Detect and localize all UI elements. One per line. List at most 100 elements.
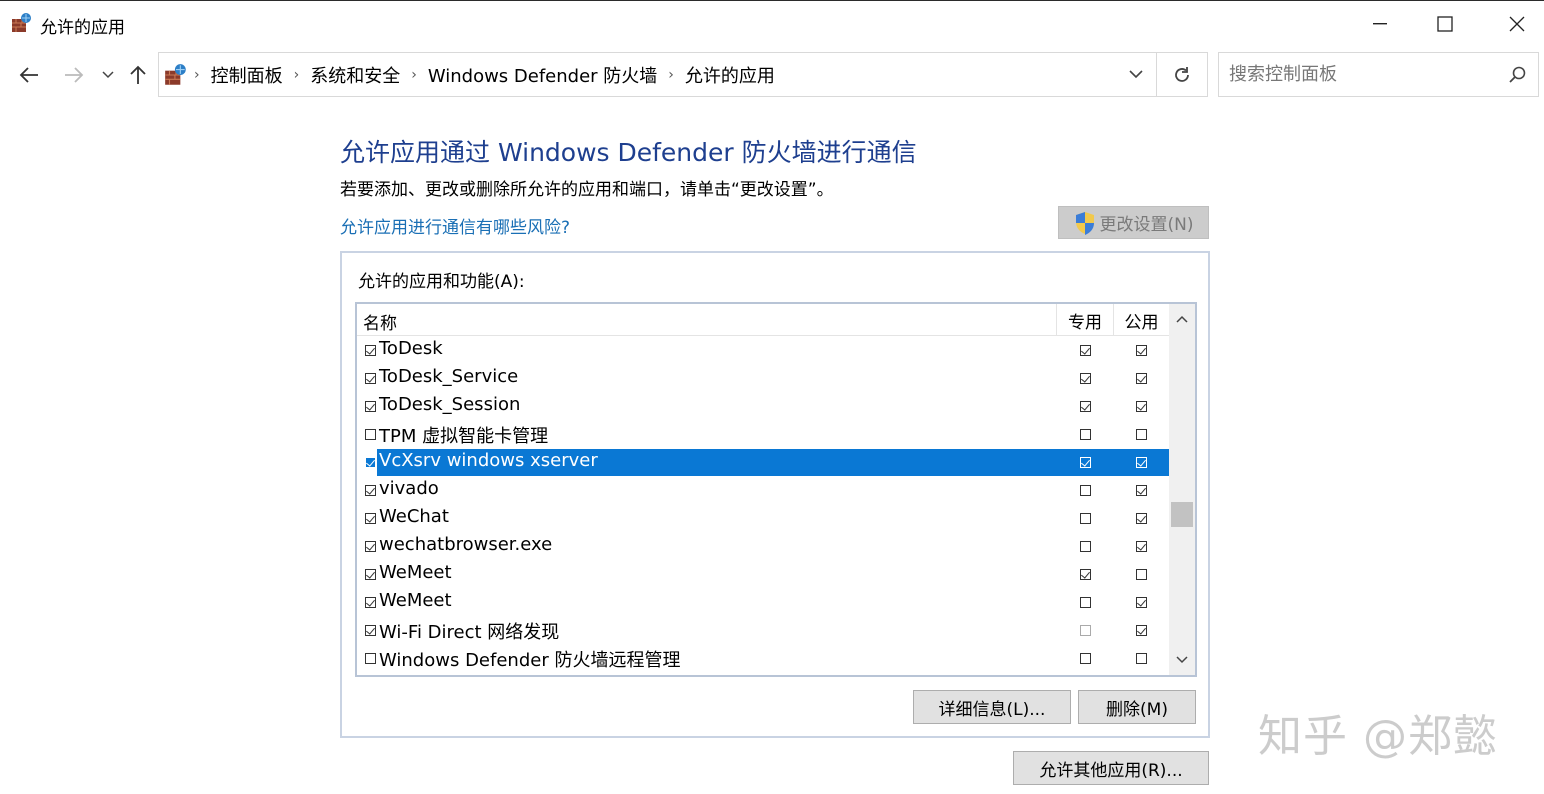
- chevron-down-icon: [102, 71, 114, 79]
- app-row[interactable]: Windows Defender 防火墙远程管理: [357, 644, 1169, 672]
- public-network-checkbox[interactable]: [1136, 625, 1147, 636]
- search-input[interactable]: [1219, 53, 1499, 96]
- arrow-up-icon: [130, 65, 146, 84]
- public-network-checkbox[interactable]: [1136, 513, 1147, 524]
- app-enabled-checkbox[interactable]: [365, 457, 376, 468]
- app-name: vivado: [379, 478, 439, 499]
- forward-button[interactable]: [59, 60, 89, 90]
- app-row[interactable]: ToDesk: [357, 336, 1169, 364]
- chevron-up-icon: [1176, 315, 1188, 323]
- column-header-public[interactable]: 公用: [1113, 304, 1169, 336]
- breadcrumb-allowed-apps[interactable]: 允许的应用: [675, 62, 785, 88]
- page-title: 允许应用通过 Windows Defender 防火墙进行通信: [340, 138, 917, 167]
- back-button[interactable]: [14, 60, 44, 90]
- vertical-scrollbar[interactable]: [1169, 304, 1195, 675]
- app-enabled-checkbox[interactable]: [365, 485, 376, 496]
- allowed-apps-list[interactable]: 名称 专用 公用 ToDesk ToDesk_Service ToDesk_Sess…: [355, 302, 1197, 677]
- app-name: Windows Defender 防火墙远程管理: [379, 650, 681, 671]
- change-settings-label: 更改设置(N): [1099, 215, 1194, 235]
- app-enabled-checkbox[interactable]: [365, 345, 376, 356]
- private-network-checkbox[interactable]: [1080, 569, 1091, 580]
- private-network-checkbox[interactable]: [1080, 513, 1091, 524]
- scroll-down-button[interactable]: [1169, 645, 1195, 675]
- risk-info-link[interactable]: 允许应用进行通信有哪些风险?: [340, 213, 570, 238]
- app-enabled-checkbox[interactable]: [365, 597, 376, 608]
- private-network-checkbox[interactable]: [1080, 597, 1091, 608]
- public-network-checkbox[interactable]: [1136, 401, 1147, 412]
- app-row[interactable]: WeChat: [357, 504, 1169, 532]
- app-row[interactable]: ToDesk_Session: [357, 392, 1169, 420]
- app-name: ToDesk: [379, 338, 443, 359]
- app-row[interactable]: ToDesk_Service: [357, 364, 1169, 392]
- private-network-checkbox[interactable]: [1080, 541, 1091, 552]
- public-network-checkbox[interactable]: [1136, 345, 1147, 356]
- app-rows: ToDesk ToDesk_Service ToDesk_Session TPM 虚拟…: [357, 336, 1169, 672]
- firewall-icon: [163, 62, 189, 88]
- public-network-checkbox[interactable]: [1136, 653, 1147, 664]
- app-row[interactable]: vivado: [357, 476, 1169, 504]
- arrow-right-icon: [65, 67, 84, 83]
- app-row[interactable]: TPM 虚拟智能卡管理: [357, 420, 1169, 448]
- firewall-icon: [10, 11, 34, 35]
- private-network-checkbox[interactable]: [1080, 345, 1091, 356]
- private-network-checkbox[interactable]: [1080, 457, 1091, 468]
- private-network-checkbox[interactable]: [1080, 373, 1091, 384]
- watermark: 知乎 @郑懿: [1258, 711, 1498, 762]
- scrollbar-thumb[interactable]: [1171, 502, 1193, 527]
- app-enabled-checkbox[interactable]: [365, 625, 376, 636]
- breadcrumb-system-security[interactable]: 系统和安全: [300, 62, 410, 88]
- uac-shield-icon: [1075, 211, 1094, 235]
- app-row[interactable]: WeMeet: [357, 588, 1169, 616]
- remove-button[interactable]: 删除(M): [1078, 690, 1196, 724]
- app-enabled-checkbox[interactable]: [365, 429, 376, 440]
- scroll-up-button[interactable]: [1169, 304, 1195, 334]
- public-network-checkbox[interactable]: [1136, 569, 1147, 580]
- app-enabled-checkbox[interactable]: [365, 373, 376, 384]
- breadcrumb-separator: ›: [411, 66, 417, 83]
- app-name: WeMeet: [379, 562, 452, 583]
- close-button[interactable]: [1482, 1, 1544, 47]
- details-button[interactable]: 详细信息(L)...: [913, 690, 1071, 724]
- change-settings-button[interactable]: 更改设置(N): [1058, 206, 1209, 239]
- app-name: ToDesk_Service: [379, 366, 519, 387]
- private-network-checkbox[interactable]: [1080, 429, 1091, 440]
- app-enabled-checkbox[interactable]: [365, 653, 376, 664]
- maximize-button[interactable]: [1410, 1, 1480, 47]
- search-icon[interactable]: [1508, 65, 1528, 90]
- column-header-name[interactable]: 名称: [363, 309, 397, 334]
- public-network-checkbox[interactable]: [1136, 597, 1147, 608]
- breadcrumb-firewall[interactable]: Windows Defender 防火墙: [418, 62, 667, 88]
- app-row[interactable]: wechatbrowser.exe: [357, 532, 1169, 560]
- public-network-checkbox[interactable]: [1136, 541, 1147, 552]
- app-enabled-checkbox[interactable]: [365, 401, 376, 412]
- allow-another-app-button[interactable]: 允许其他应用(R)...: [1013, 751, 1209, 785]
- private-network-checkbox[interactable]: [1080, 653, 1091, 664]
- app-row[interactable]: Wi-Fi Direct 网络发现: [357, 616, 1169, 644]
- allowed-apps-group: 允许的应用和功能(A): 名称 专用 公用 ToDesk ToDesk_Servi…: [340, 251, 1210, 738]
- public-network-checkbox[interactable]: [1136, 457, 1147, 468]
- breadcrumb-separator: ›: [293, 66, 300, 83]
- private-network-checkbox[interactable]: [1080, 401, 1091, 412]
- up-button[interactable]: [125, 60, 151, 90]
- private-network-checkbox[interactable]: [1080, 485, 1091, 496]
- refresh-button[interactable]: [1156, 52, 1208, 97]
- app-name: TPM 虚拟智能卡管理: [379, 426, 549, 447]
- public-network-checkbox[interactable]: [1136, 373, 1147, 384]
- window-title: 允许的应用: [40, 18, 125, 38]
- recent-locations-button[interactable]: [99, 60, 117, 90]
- public-network-checkbox[interactable]: [1136, 485, 1147, 496]
- app-name: wechatbrowser.exe: [379, 534, 553, 555]
- app-enabled-checkbox[interactable]: [365, 541, 376, 552]
- minimize-button[interactable]: [1345, 1, 1415, 47]
- public-network-checkbox[interactable]: [1136, 429, 1147, 440]
- address-bar[interactable]: › 控制面板 › 系统和安全 › Windows Defender 防火墙 › …: [158, 52, 1156, 97]
- address-dropdown-button[interactable]: [1126, 64, 1146, 84]
- search-box[interactable]: [1218, 52, 1539, 97]
- app-enabled-checkbox[interactable]: [365, 513, 376, 524]
- breadcrumb-control-panel[interactable]: 控制面板: [201, 62, 293, 88]
- private-network-checkbox[interactable]: [1080, 625, 1091, 636]
- app-enabled-checkbox[interactable]: [365, 569, 376, 580]
- app-row[interactable]: VcXsrv windows xserver: [357, 448, 1169, 476]
- column-header-private[interactable]: 专用: [1056, 304, 1113, 336]
- app-row[interactable]: WeMeet: [357, 560, 1169, 588]
